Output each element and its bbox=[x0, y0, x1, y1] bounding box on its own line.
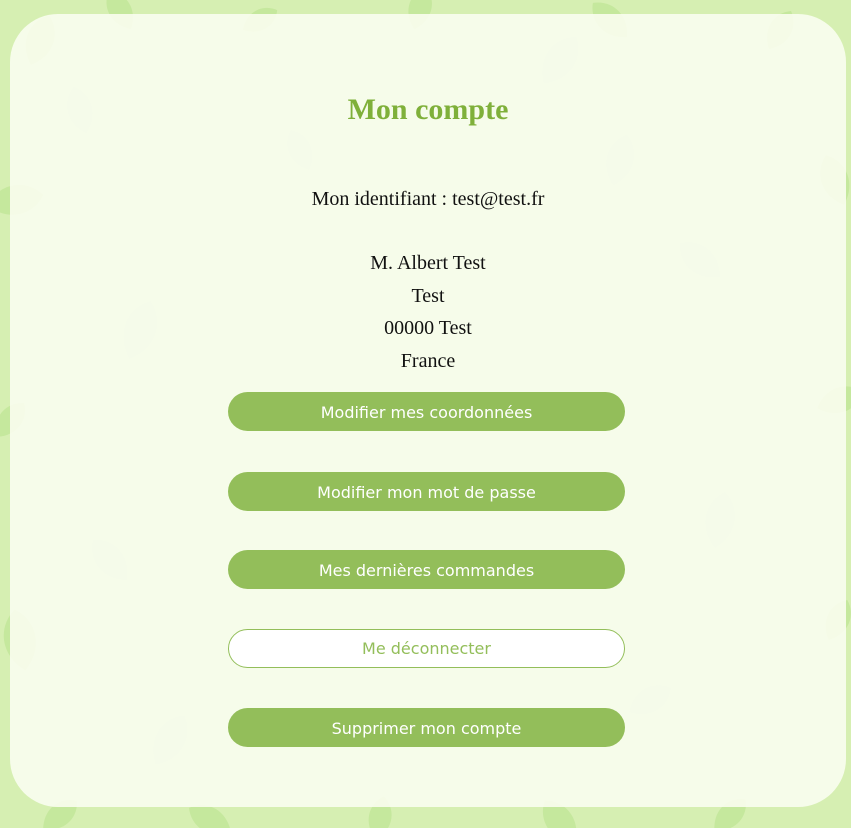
delete-account-button[interactable]: Supprimer mon compte bbox=[228, 708, 625, 747]
address-country: France bbox=[400, 349, 456, 372]
account-identifier: Mon identifiant : test@test.fr bbox=[311, 188, 545, 210]
postal-address: M. Albert Test Test 00000 Test France bbox=[10, 250, 846, 380]
page-title: Mon compte bbox=[347, 93, 509, 126]
account-card: Mon compte Mon identifiant : test@test.f… bbox=[10, 14, 846, 807]
address-street: Test bbox=[411, 284, 445, 307]
address-city: 00000 Test bbox=[384, 317, 472, 339]
logout-button[interactable]: Me déconnecter bbox=[228, 629, 625, 668]
edit-details-button[interactable]: Modifier mes coordonnées bbox=[228, 392, 625, 431]
orders-button[interactable]: Mes dernières commandes bbox=[228, 550, 625, 589]
edit-password-button[interactable]: Modifier mon mot de passe bbox=[228, 472, 625, 511]
address-name: M. Albert Test bbox=[370, 252, 486, 274]
